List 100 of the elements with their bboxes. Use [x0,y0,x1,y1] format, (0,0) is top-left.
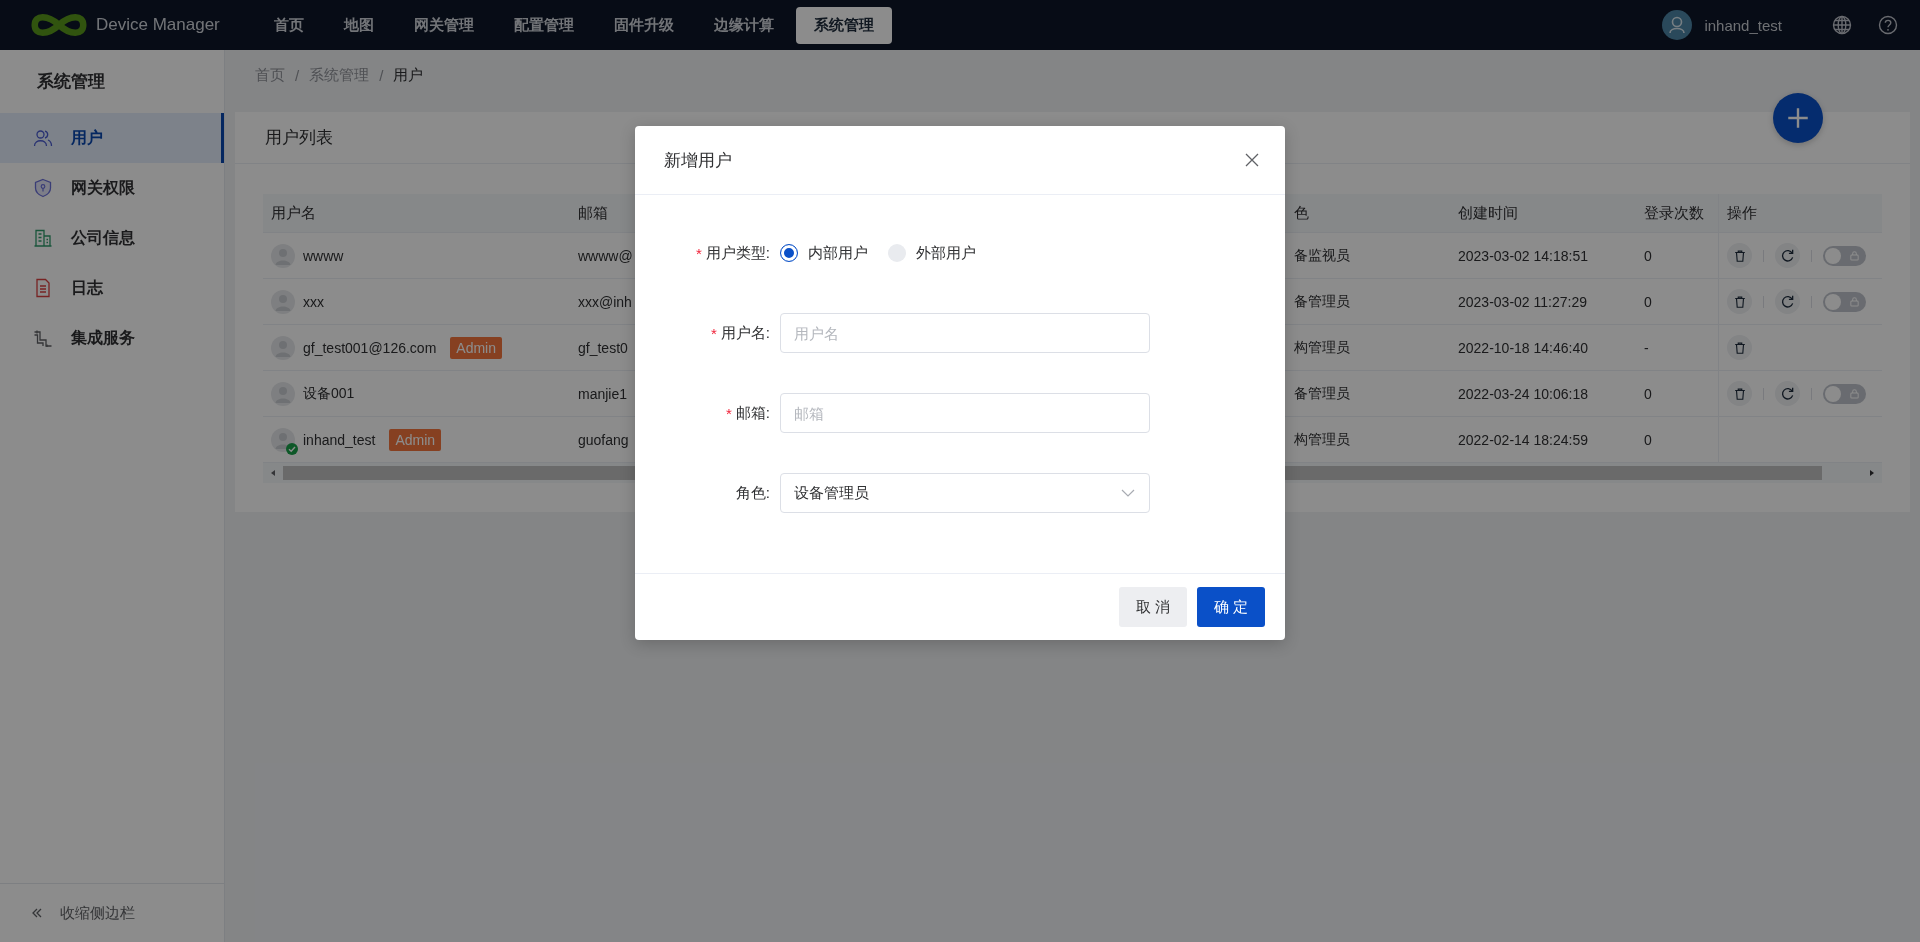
building-icon [33,228,53,248]
breadcrumb-separator: / [379,66,384,84]
cancel-button[interactable]: 取 消 [1118,587,1187,627]
help-icon[interactable] [1878,15,1898,35]
sidebar-item[interactable]: 集成服务 [0,313,224,363]
user-name-cell: wwww [303,247,344,264]
close-button[interactable] [1243,151,1261,169]
nav-tab[interactable]: 配置管理 [496,6,592,44]
user-name-cell: xxx [303,293,324,310]
created-time-cell-text: 2023-03-02 11:27:29 [1457,292,1588,312]
scroll-right-icon[interactable] [1868,469,1876,477]
lock-toggle[interactable] [1823,245,1866,266]
sidebar-item[interactable]: 用户 [0,113,224,163]
nav-tab[interactable]: 系统管理 [796,6,892,44]
globe-icon[interactable] [1832,15,1852,35]
radio-option[interactable]: 外部用户 [888,243,976,263]
users-icon [33,128,53,148]
shield-icon [33,178,53,198]
user-name[interactable]: inhand_test [1704,16,1782,34]
user-name-cell: inhand_test [303,431,376,448]
role-cell-text: 构管理员 [1293,337,1351,357]
role-cell-text: 构管理员 [1293,429,1351,449]
column-header: 邮箱 [577,202,609,223]
nav-tab[interactable]: 首页 [256,6,322,44]
field-label: 邮箱: [735,403,770,423]
role-tag: Admin [389,428,442,451]
required-mark: * [711,324,717,342]
required-mark: * [696,244,702,262]
chevron-down-icon [1121,489,1135,497]
sidebar-item[interactable]: 网关权限 [0,163,224,213]
role-dropdown[interactable]: 设备管理员 [780,473,1150,513]
input-field[interactable]: 邮箱 [780,393,1150,433]
delete-button[interactable] [1727,289,1752,314]
dialog-title: 新增用户 [664,149,732,172]
logo-icon [30,11,88,39]
nav-tab[interactable]: 边缘计算 [696,6,792,44]
nav-tab[interactable]: 固件升级 [596,6,692,44]
email-cell: manjie1 [578,385,628,402]
sidebar-item[interactable]: 公司信息 [0,213,224,263]
field-label: 用户名: [720,323,770,343]
lock-toggle[interactable] [1823,383,1866,404]
refresh-icon [1780,294,1795,309]
created-time-cell-text: 2022-10-18 14:46:40 [1457,338,1589,358]
nav-tab[interactable]: 地图 [326,6,392,44]
add-user-button[interactable] [1773,93,1823,143]
card-title: 用户列表 [265,127,333,149]
sidebar-item[interactable]: 日志 [0,263,224,313]
column-header: 登录次数 [1643,202,1705,223]
created-time-cell-text: 2023-03-02 14:18:51 [1457,246,1589,266]
role-cell-text: 备监视员 [1293,245,1351,265]
lock-icon [1849,296,1860,307]
email-cell: wwww@ [578,247,633,264]
column-header: 创建时间 [1457,202,1519,223]
email-cell: guofang [578,431,629,448]
user-name-cell: gf_test001@126.com [303,339,437,356]
breadcrumb-separator: / [295,66,300,84]
avatar-icon[interactable] [1662,10,1693,40]
plus-icon [1785,105,1811,131]
double-chevron-icon [30,906,44,920]
trash-icon [1732,294,1747,309]
created-time-cell-text: 2022-03-24 10:06:18 [1457,384,1589,404]
nav-tab[interactable]: 网关管理 [396,6,492,44]
refresh-button[interactable] [1775,289,1800,314]
created-time-cell-text: 2022-02-14 18:24:59 [1457,430,1589,450]
app-title: Device Manager [96,15,220,35]
collapse-sidebar-button[interactable]: 收缩侧边栏 [0,883,224,942]
pipes-icon [33,328,53,348]
close-icon [1245,153,1259,167]
confirm-button[interactable]: 确 定 [1196,587,1265,627]
trash-icon [1732,340,1747,355]
login-count-cell-text: 0 [1643,292,1653,312]
role-cell-text: 备管理员 [1293,291,1351,311]
trash-icon [1732,248,1747,263]
column-header: 色 [1293,202,1310,223]
refresh-button[interactable] [1775,381,1800,406]
document-icon [33,278,53,298]
scroll-left-icon[interactable] [269,469,277,477]
delete-button[interactable] [1727,243,1752,268]
lock-icon [1849,388,1860,399]
delete-button[interactable] [1727,381,1752,406]
lock-toggle[interactable] [1823,291,1866,312]
lock-icon [1849,250,1860,261]
email-cell: gf_test0 [578,339,628,356]
login-count-cell-text: 0 [1643,246,1653,266]
email-cell: xxx@inh [578,293,632,310]
breadcrumb-current: 用户 [393,65,424,85]
refresh-icon [1780,386,1795,401]
radio-option[interactable]: 内部用户 [780,243,868,263]
refresh-icon [1780,248,1795,263]
delete-button[interactable] [1727,335,1752,360]
field-label: 用户类型: [705,243,770,263]
user-name-cell: 设备001 [303,384,355,403]
refresh-button[interactable] [1775,243,1800,268]
input-field[interactable]: 用户名 [780,313,1150,353]
login-count-cell-text: 0 [1643,430,1653,450]
login-count-cell-text: 0 [1643,384,1653,404]
trash-icon [1732,386,1747,401]
login-count-cell-text: - [1643,338,1650,358]
column-header: 用户名 [270,202,317,223]
role-cell-text: 备管理员 [1293,383,1351,403]
